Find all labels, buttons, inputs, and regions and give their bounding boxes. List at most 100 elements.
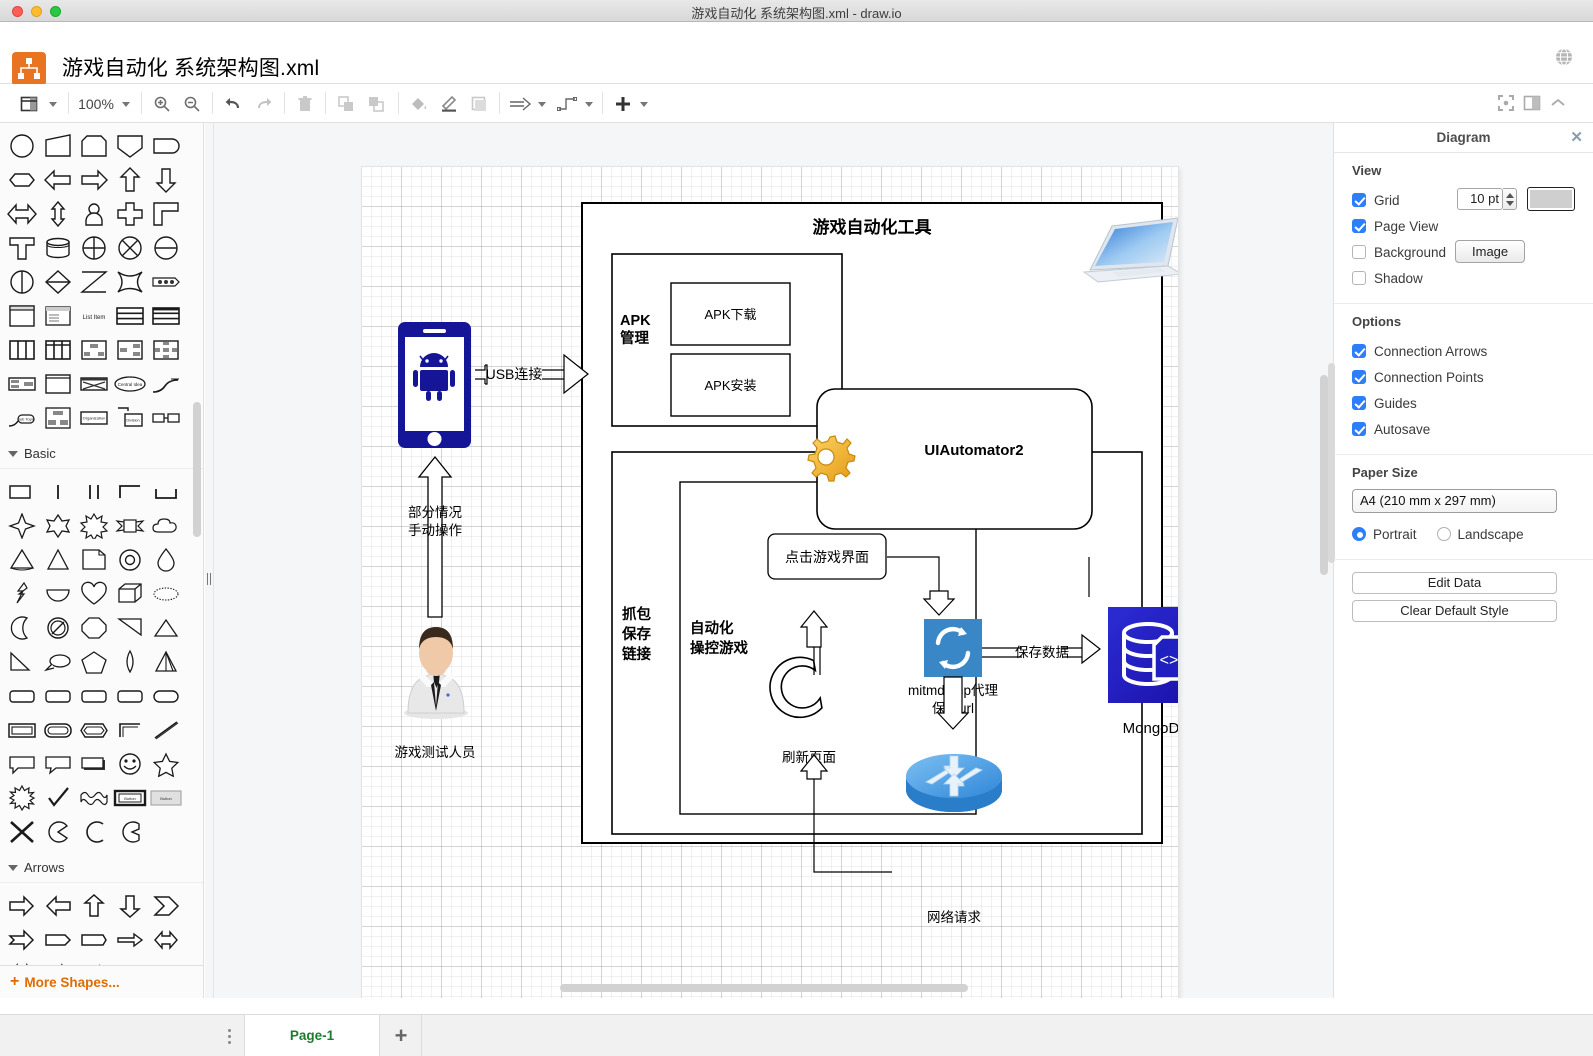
shape-rounded-rect2-icon[interactable]	[41, 679, 75, 713]
shape-corner-bottom-icon[interactable]	[149, 475, 183, 509]
format-panel[interactable]: Diagram ✕ View Grid 10 pt Page View Back…	[1328, 123, 1593, 998]
shape-triangle2-icon[interactable]	[149, 611, 183, 645]
shape-frame-rounded-icon[interactable]	[41, 713, 75, 747]
shape-pentagon-icon[interactable]	[77, 645, 111, 679]
shape-arc-icon[interactable]	[77, 815, 111, 849]
shape-actor-icon[interactable]	[77, 197, 111, 231]
background-image-button[interactable]: Image	[1455, 240, 1526, 263]
shape-stadium-icon[interactable]	[149, 679, 183, 713]
connection-arrows-checkbox[interactable]	[1352, 344, 1366, 358]
edit-data-button[interactable]: Edit Data	[1352, 572, 1557, 594]
shape-down-pentagon-icon[interactable]	[113, 129, 147, 163]
shape-table-rows-icon[interactable]	[113, 299, 147, 333]
fullscreen-icon[interactable]	[1497, 94, 1517, 114]
shape-double-line-icon[interactable]	[77, 475, 111, 509]
shape-table-header-icon[interactable]	[149, 299, 183, 333]
connection-points-row[interactable]: Connection Points	[1352, 364, 1593, 390]
autosave-checkbox[interactable]	[1352, 422, 1366, 436]
shape-banner-icon[interactable]	[113, 509, 147, 543]
shape-division-icon[interactable]: Division	[113, 401, 147, 435]
shape-circle-x-icon[interactable]	[113, 231, 147, 265]
shape-octagon-icon[interactable]	[77, 611, 111, 645]
shape-cross-icon[interactable]	[113, 197, 147, 231]
arrow-flat-rect-icon[interactable]	[77, 923, 111, 957]
shape-corner-icon[interactable]	[149, 197, 183, 231]
shape-arrow-left-icon[interactable]	[41, 163, 75, 197]
arrow-notched-right-icon[interactable]	[5, 923, 39, 957]
shape-tee-icon[interactable]	[5, 231, 39, 265]
arrow-thin-right-icon[interactable]	[113, 923, 147, 957]
shape-half-circle-icon[interactable]	[41, 577, 75, 611]
zoom-dropdown-caret-icon[interactable]	[119, 92, 133, 116]
shape-rounded-right-icon[interactable]	[149, 129, 183, 163]
canvas-horizontal-scrollbar[interactable]	[560, 984, 968, 992]
shape-process-chain-icon[interactable]	[149, 265, 183, 299]
layout-dropdown-caret-icon[interactable]	[46, 92, 60, 116]
shape-tree-layout-icon[interactable]	[77, 333, 111, 367]
shape-crossed-layout-icon[interactable]	[77, 367, 111, 401]
shape-radial-tree-icon[interactable]	[149, 333, 183, 367]
guides-checkbox[interactable]	[1352, 396, 1366, 410]
canvas-vertical-scrollbar[interactable]	[1320, 375, 1328, 575]
paper-size-select[interactable]: A4 (210 mm x 297 mm)	[1352, 489, 1557, 513]
shape-partial-ring-icon[interactable]	[113, 815, 147, 849]
arrow-left-block-icon[interactable]	[41, 889, 75, 923]
shape-star8-icon[interactable]	[77, 509, 111, 543]
insert-caret-icon[interactable]	[637, 92, 651, 116]
shape-rounded-rect-icon[interactable]	[5, 679, 39, 713]
shape-blank-window-icon[interactable]	[41, 367, 75, 401]
shape-section-arrows[interactable]: Arrows	[0, 853, 203, 883]
shape-arrow-leftright-icon[interactable]	[5, 197, 39, 231]
shape-circle-icon[interactable]	[5, 129, 39, 163]
arrow-up-block-icon[interactable]	[77, 889, 111, 923]
shape-diamond-line-icon[interactable]	[41, 265, 75, 299]
shape-moon-icon[interactable]	[5, 611, 39, 645]
shape-rect-shadow-icon[interactable]	[77, 747, 111, 781]
shape-heart-icon[interactable]	[77, 577, 111, 611]
shape-rounded-rect3-icon[interactable]	[77, 679, 111, 713]
shape-vertical-line-icon[interactable]	[41, 475, 75, 509]
shape-columns-header-icon[interactable]	[41, 333, 75, 367]
arrow-double-small-icon[interactable]	[149, 923, 183, 957]
chevron-up-icon[interactable]	[1549, 94, 1569, 114]
shape-cut-corner-icon[interactable]	[77, 129, 111, 163]
shape-concave-icon[interactable]	[113, 265, 147, 299]
globe-icon[interactable]	[1555, 48, 1573, 66]
grid-checkbox[interactable]	[1352, 193, 1366, 207]
shape-pyramid-icon[interactable]	[149, 645, 183, 679]
shape-two-boxes-icon[interactable]	[149, 401, 183, 435]
paper-size-select-wrap[interactable]: A4 (210 mm x 297 mm)	[1352, 489, 1557, 513]
more-shapes-button[interactable]: + More Shapes...	[0, 965, 203, 998]
shape-lightning-icon[interactable]	[5, 577, 39, 611]
connection-points-checkbox[interactable]	[1352, 370, 1366, 384]
shape-rectangle-icon[interactable]	[5, 475, 39, 509]
shape-right-triangle-icon[interactable]	[113, 611, 147, 645]
shape-speech-bubble2-icon[interactable]	[41, 747, 75, 781]
background-checkbox[interactable]	[1352, 245, 1366, 259]
background-row[interactable]: Background Image	[1352, 239, 1593, 265]
shape-window-icon[interactable]	[5, 299, 39, 333]
shape-branch-icon[interactable]	[149, 367, 183, 401]
shape-sun-icon[interactable]	[5, 781, 39, 815]
autosave-row[interactable]: Autosave	[1352, 416, 1593, 442]
shape-bowtie-icon[interactable]	[77, 265, 111, 299]
diagram-graphics[interactable]: 游戏自动化工具 APK 管理 APK下载 APK安装 抓包 保存 链接 自动化 …	[362, 167, 1178, 998]
shape-list-icon[interactable]	[41, 299, 75, 333]
arrow-chevron-icon[interactable]	[149, 889, 183, 923]
shape-cloud-icon[interactable]	[149, 509, 183, 543]
arrow-style-caret-icon[interactable]	[535, 92, 549, 116]
shape-arrow-up-icon[interactable]	[113, 163, 147, 197]
add-page-button[interactable]: +	[381, 1015, 422, 1056]
shape-frame-cut-icon[interactable]	[77, 713, 111, 747]
shape-hexagon-icon[interactable]	[5, 163, 39, 197]
shape-corner-top-icon[interactable]	[113, 475, 147, 509]
shape-no-entry-icon[interactable]	[41, 611, 75, 645]
arrow-down-block-icon[interactable]	[113, 889, 147, 923]
layout-panel-icon[interactable]	[16, 92, 42, 116]
landscape-radio[interactable]	[1436, 527, 1451, 541]
shape-shelf-basic[interactable]: Button Button	[0, 469, 203, 853]
shape-columns3-icon[interactable]	[5, 333, 39, 367]
shape-thought-bubble-icon[interactable]	[149, 577, 183, 611]
shapes-sidebar[interactable]: List Item Central Idea Sub Topic Organiz…	[0, 123, 204, 998]
clear-default-style-button[interactable]: Clear Default Style	[1352, 600, 1557, 622]
